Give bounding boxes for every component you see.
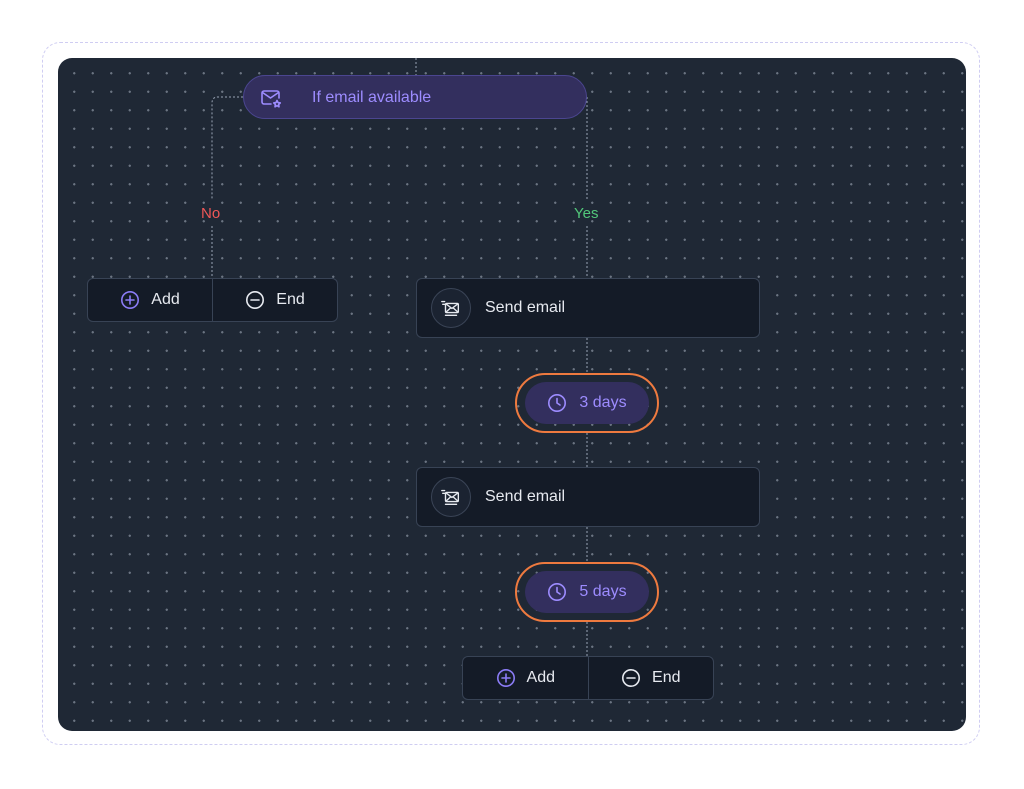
mail-star-icon bbox=[261, 90, 282, 108]
yes-branch-end-button[interactable]: End bbox=[587, 657, 714, 699]
yes-branch-end-label: End bbox=[652, 669, 681, 686]
step-icon-badge bbox=[431, 477, 471, 517]
delay-label: 5 days bbox=[579, 583, 627, 600]
send-email-icon bbox=[441, 489, 460, 506]
step-label: Send email bbox=[485, 299, 566, 316]
delay-selected-ring: 3 days bbox=[515, 373, 659, 433]
no-branch-end-button[interactable]: End bbox=[212, 279, 337, 321]
step-label: Send email bbox=[485, 488, 566, 505]
step-icon-badge bbox=[431, 288, 471, 328]
yes-branch-action-bar: Add End bbox=[462, 656, 714, 700]
delay-label: 3 days bbox=[579, 394, 627, 411]
clock-icon bbox=[548, 583, 567, 601]
plus-circle-icon bbox=[121, 291, 140, 309]
delay-pill-3-days[interactable]: 3 days bbox=[525, 382, 649, 424]
send-email-step-1[interactable]: Send email bbox=[416, 278, 760, 338]
clock-icon bbox=[548, 394, 567, 412]
minus-circle-icon bbox=[622, 669, 641, 687]
branch-label-no: No bbox=[201, 205, 221, 222]
delay-selected-ring: 5 days bbox=[515, 562, 659, 622]
no-branch-end-label: End bbox=[276, 291, 305, 308]
condition-node[interactable]: If email available bbox=[243, 75, 587, 119]
no-branch-add-button[interactable]: Add bbox=[88, 279, 212, 321]
minus-circle-icon bbox=[246, 291, 265, 309]
send-email-icon bbox=[441, 300, 460, 317]
condition-label: If email available bbox=[312, 89, 432, 106]
yes-branch-add-label: Add bbox=[526, 669, 555, 686]
delay-pill-5-days[interactable]: 5 days bbox=[525, 571, 649, 613]
branch-label-yes: Yes bbox=[574, 205, 599, 222]
yes-branch-add-button[interactable]: Add bbox=[463, 657, 588, 699]
no-branch-action-bar: Add End bbox=[87, 278, 338, 322]
no-branch-add-label: Add bbox=[151, 291, 180, 308]
workflow-canvas bbox=[58, 58, 966, 731]
plus-circle-icon bbox=[496, 669, 515, 687]
send-email-step-2[interactable]: Send email bbox=[416, 467, 760, 527]
